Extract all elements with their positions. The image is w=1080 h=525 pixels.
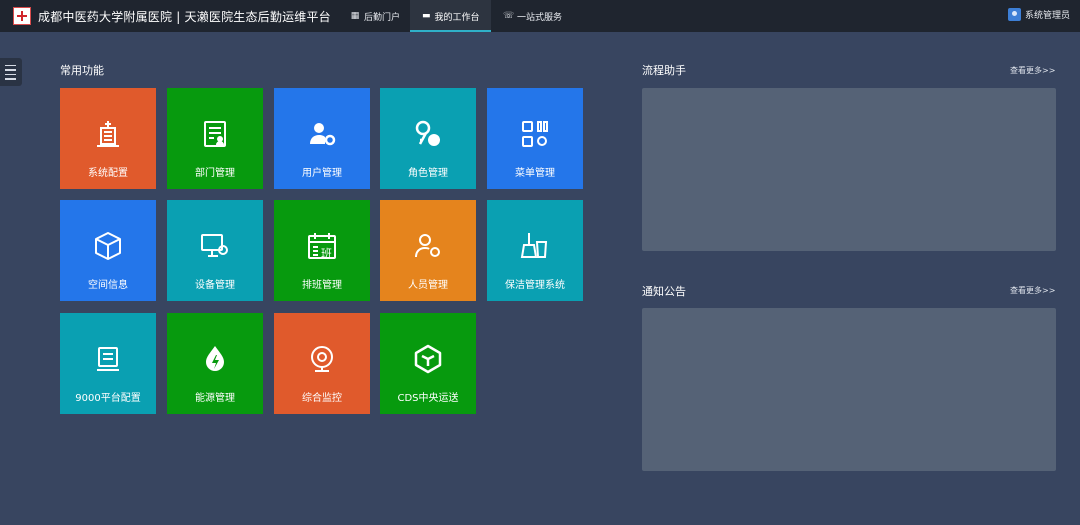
tile-cds-central-transport[interactable]: CDS中央运送 [380,313,476,414]
tile-personnel-mgmt[interactable]: 人员管理 [380,200,476,301]
broom-icon [520,233,548,258]
tile-label: 用户管理 [302,168,342,179]
section-title-common: 常用功能 [60,64,104,77]
menu-line [5,69,16,71]
process-panel [642,88,1056,251]
person-gear-icon [415,234,440,258]
tile-shift-mgmt[interactable]: 班 排班管理 [274,200,370,301]
tile-cleaning-mgmt[interactable]: 保洁管理系统 [487,200,583,301]
tile-label: 综合监控 [302,393,342,404]
key-user-icon [415,120,440,146]
service-icon: ☏ [503,11,515,21]
nav-label: 后勤门户 [364,12,401,23]
cube-icon [95,232,121,260]
section-title-notice: 通知公告 [642,285,686,298]
tile-user-mgmt[interactable]: 用户管理 [274,88,370,189]
tile-department-mgmt[interactable]: 部门管理 [167,88,263,189]
grid-icon: ▦ [350,11,360,21]
energy-drop-icon [206,346,224,371]
tile-space-info[interactable]: 空间信息 [60,200,156,301]
tile-label: 保洁管理系统 [505,280,565,291]
tile-integrated-monitoring[interactable]: 综合监控 [274,313,370,414]
user-gear-icon [310,123,336,146]
camera-icon [311,346,333,372]
top-bar: 成都中医药大学附属医院 | 天濑医院生态后勤运维平台 ▦ 后勤门户 ▬ 我的工作… [0,0,1080,32]
menu-grid-icon [522,121,548,147]
notice-more-link[interactable]: 查看更多>> [1010,285,1055,296]
notice-panel [642,308,1056,471]
nav-logistics-portal[interactable]: ▦ 后勤门户 [338,0,412,32]
tile-role-mgmt[interactable]: 角色管理 [380,88,476,189]
tile-label: 人员管理 [408,280,448,291]
tile-menu-mgmt[interactable]: 菜单管理 [487,88,583,189]
tile-energy-mgmt[interactable]: 能源管理 [167,313,263,414]
user-name: 系统管理员 [1024,11,1070,21]
monitor-gear-icon [201,234,228,257]
user-menu[interactable]: 系统管理员 [1007,8,1070,21]
nav-one-stop-service[interactable]: ☏ 一站式服务 [491,0,574,32]
tile-label: 空间信息 [88,280,128,291]
calendar-shift-icon: 班 [308,233,336,260]
tile-label: 9000平台配置 [75,393,141,404]
section-title-process: 流程助手 [642,64,686,77]
tile-label: 部门管理 [195,168,235,179]
tile-label: 系统配置 [88,168,128,179]
tile-system-config[interactable]: 系统配置 [60,88,156,189]
menu-line [5,64,16,66]
nav-label: 我的工作台 [434,12,480,23]
box-icon [414,344,442,374]
terminal-icon [97,347,119,371]
tile-label: 能源管理 [195,393,235,404]
nav-my-workbench[interactable]: ▬ 我的工作台 [410,0,491,32]
tile-label: 设备管理 [195,280,235,291]
app-title: 成都中医药大学附属医院 | 天濑医院生态后勤运维平台 [38,10,331,24]
tile-9000-platform-config[interactable]: 9000平台配置 [60,313,156,414]
sidebar-toggle-button[interactable] [0,58,22,86]
hospital-logo-icon [13,7,31,25]
menu-line [5,73,16,75]
monitor-icon: ▬ [422,11,431,21]
building-icon [97,121,119,147]
tile-device-mgmt[interactable]: 设备管理 [167,200,263,301]
nav-label: 一站式服务 [517,12,563,23]
tile-label: 排班管理 [302,280,342,291]
tile-label: 角色管理 [408,168,448,179]
document-person-icon [204,121,226,147]
menu-line [5,78,16,80]
shift-glyph: 班 [321,247,332,260]
avatar [1007,8,1021,21]
tile-label: CDS中央运送 [397,393,459,404]
tile-label: 菜单管理 [515,168,555,179]
process-more-link[interactable]: 查看更多>> [1010,65,1055,76]
